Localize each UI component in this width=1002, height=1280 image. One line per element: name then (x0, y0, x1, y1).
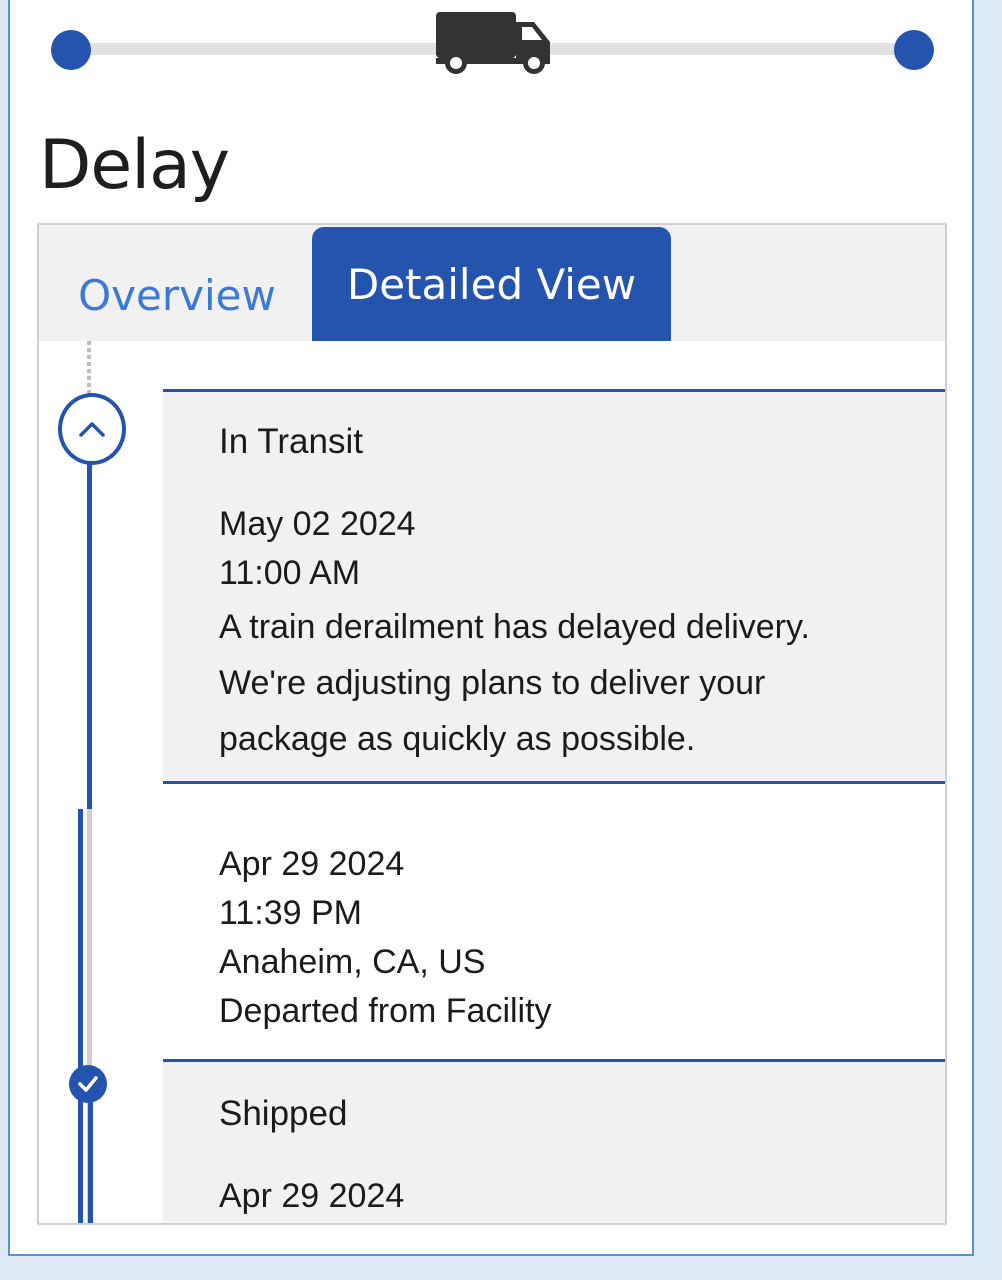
checkmark-icon (69, 1065, 107, 1103)
timeline-line (87, 463, 92, 809)
tracking-timeline: In Transit May 02 2024 11:00 AM A train … (39, 341, 945, 1223)
event-date: Apr 29 2024 (219, 1177, 405, 1215)
timeline-event-departed: Apr 29 2024 11:39 PM Anaheim, CA, US Dep… (163, 781, 945, 1063)
event-date: Apr 29 2024 (219, 845, 405, 883)
shipment-progress-bar (10, 0, 976, 108)
collapse-toggle-button[interactable] (58, 393, 126, 465)
event-title: Shipped (219, 1094, 348, 1133)
tab-detailed-view[interactable]: Detailed View (312, 227, 671, 341)
timeline-event-shipped: Shipped Apr 29 2024 (163, 1059, 945, 1223)
event-message-line: package as quickly as possible. (219, 720, 696, 758)
tab-bar: Overview Detailed View (39, 225, 945, 341)
truck-icon (436, 12, 550, 74)
chevron-up-icon (79, 422, 105, 437)
timeline-dashed-line (87, 341, 91, 395)
tracking-details-panel: Overview Detailed View In Transit May 02… (37, 223, 947, 1225)
event-time: 11:00 AM (219, 554, 361, 592)
timeline-line (78, 809, 83, 1223)
event-message-line: A train derailment has delayed delivery. (219, 608, 810, 646)
progress-start-dot (51, 30, 91, 70)
tracking-card: Delay Overview Detailed View In Transit … (8, 0, 974, 1256)
event-message-line: We're adjusting plans to deliver your (219, 664, 766, 702)
timeline-event-in-transit: In Transit May 02 2024 11:00 AM A train … (163, 389, 945, 783)
event-date: May 02 2024 (219, 505, 416, 543)
event-description: Departed from Facility (219, 992, 552, 1030)
status-title: Delay (39, 126, 230, 205)
tab-overview[interactable]: Overview (59, 237, 295, 353)
event-location: Anaheim, CA, US (219, 943, 486, 981)
event-title: In Transit (219, 422, 363, 461)
event-time: 11:39 PM (219, 894, 363, 932)
progress-end-dot (894, 30, 934, 70)
